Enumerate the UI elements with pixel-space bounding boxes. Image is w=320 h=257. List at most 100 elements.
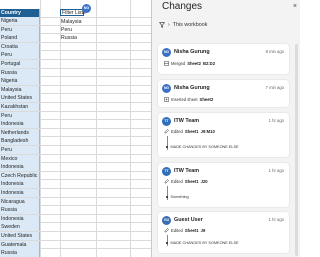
cell-range[interactable]: J20 [201,179,208,184]
change-card[interactable]: NG Nisha Gurung 8 min ago Merged Sheet2 B2:D2 [158,44,289,74]
spreadsheet-grid[interactable]: Country Nigeria Peru Poland Croatia Peru Portu… [0,0,151,257]
change-card[interactable]: TT ITW Team 1 hr ago Edited Sheet1 J20 Somethi… [158,163,289,207]
country-cell[interactable]: Russia [0,68,40,77]
inserted-sheet-icon [164,97,169,102]
country-cell[interactable]: Mexico [0,154,40,163]
user-name: Nisha Gurung [174,85,210,91]
table-row: Nicaragua [0,197,151,207]
country-cell[interactable]: Peru [0,146,40,154]
country-cell[interactable]: Indonesia [0,163,40,172]
country-cell[interactable]: Poland [0,34,40,43]
cell-range[interactable]: J9 [201,228,206,233]
list-cell[interactable]: Russia [61,34,77,42]
country-cell[interactable]: United States [0,94,40,103]
country-cell[interactable]: Peru [0,51,40,60]
sheet-name[interactable]: Sheet1 [185,129,199,134]
list-cell[interactable]: Peru [61,26,72,34]
column-header-country[interactable]: Country [0,9,40,17]
cell-range[interactable]: J9:M10 [201,129,215,134]
country-cell[interactable]: Indonesia [0,120,40,129]
country-cell[interactable]: Peru [0,111,40,120]
bullet [166,146,168,148]
table-row: Croatia [0,42,151,52]
change-card[interactable]: NG Nisha Gurung 7 min ago Inserted sheet She… [158,80,289,107]
edit-pencil-icon [164,129,169,134]
country-cell[interactable]: Sweden [0,223,40,232]
table-row: Indonesia [0,189,151,198]
action-verb: Edited [171,228,183,233]
user-name: Guest User [174,217,203,223]
pane-title: Changes [162,1,203,12]
change-card[interactable]: TT ITW Team 1 hr ago Edited Sheet1 J9:M10 MADE… [158,113,289,157]
sheet-name[interactable]: Sheet1 [185,179,199,184]
collaborator-badge[interactable]: NG [82,4,91,13]
country-cell[interactable]: Portugal [0,60,40,68]
table-row: United States [0,94,151,103]
pane-scrollbar[interactable] [295,44,298,256]
table-row: Peru [0,25,151,35]
timestamp: 1 hr ago [268,168,284,173]
bullet [166,242,168,244]
country-cell[interactable]: Guatemala [0,240,40,249]
country-cell[interactable]: Nicaragua [0,197,40,206]
country-cell[interactable]: Russia [0,249,40,257]
country-cell[interactable]: Czech Republic [0,171,40,180]
country-cell[interactable]: Indonesia [0,214,40,223]
country-cell[interactable]: Croatia [0,42,40,51]
change-detail: MADE CHANGES BY SOMEONE ELSE [170,241,239,245]
timestamp: 1 hr ago [268,217,284,222]
table-row: Russia [0,68,151,78]
table-row: Bangladesh [0,137,151,146]
filter-dropdown[interactable]: › This workbook [159,20,207,29]
country-cell[interactable]: Bangladesh [0,137,40,146]
action-verb: Inserted sheet [171,97,198,102]
bullet [166,196,168,198]
table-row: Nigeria [0,77,151,86]
table-row: Netherlands [0,128,151,138]
change-detail: MADE CHANGES BY SOMEONE ELSE [170,145,239,149]
country-cell[interactable]: Indonesia [0,180,40,189]
table-row: Russia [0,249,151,257]
user-name: Nisha Gurung [174,49,210,55]
country-cell[interactable]: Nigeria [0,17,40,25]
action-verb: Edited [171,179,183,184]
table-row: Indonesia [0,214,151,224]
country-cell[interactable]: United States [0,232,40,240]
timestamp: 7 min ago [265,85,284,90]
timestamp: 8 min ago [265,49,284,54]
close-icon[interactable]: × [293,3,297,10]
sheet-name[interactable]: Sheet2 [187,61,201,66]
avatar: TT [162,167,171,176]
table-row: Indonesia [0,120,151,129]
avatar: NG [162,48,171,57]
country-cell[interactable]: Malaysia [0,85,40,94]
filter-label: This workbook [172,21,208,28]
edit-pencil-icon [164,228,169,233]
country-cell[interactable]: Russia [0,206,40,215]
country-cell[interactable]: Indonesia [0,189,40,197]
table-row: Indonesia [0,163,151,172]
country-cell[interactable]: Peru [0,25,40,34]
sheet-name[interactable]: Sheet2 [200,97,214,102]
country-cell[interactable]: Netherlands [0,128,40,137]
country-cell[interactable]: Nigeria [0,77,40,86]
table-row: Indonesia [0,180,151,189]
merged-cells-icon [164,61,169,66]
table-row: Peru [0,111,151,121]
filter-lists-cell[interactable]: Filter Lists [60,9,86,16]
edit-pencil-icon [164,179,169,184]
changes-pane: Changes × › This workbook NG Nisha Gurung… [152,0,300,257]
table-row: Czech Republic [0,171,151,181]
table-row: United States [0,232,151,241]
country-cell[interactable]: Kazakhstan [0,103,40,111]
list-cell[interactable]: Malaysia [61,18,81,26]
avatar: TT [162,117,171,126]
change-detail: Something [170,195,189,199]
cell-range[interactable]: B2:D2 [203,61,215,66]
table-row: Malaysia [0,85,151,95]
action-verb: Edited [171,129,183,134]
sheet-name[interactable]: Sheet1 [185,228,199,233]
change-card[interactable]: GU Guest User 1 hr ago Edited Sheet1 J9 MADE C… [158,212,289,253]
table-row: Peru [0,146,151,155]
user-name: ITW Team [174,118,200,124]
